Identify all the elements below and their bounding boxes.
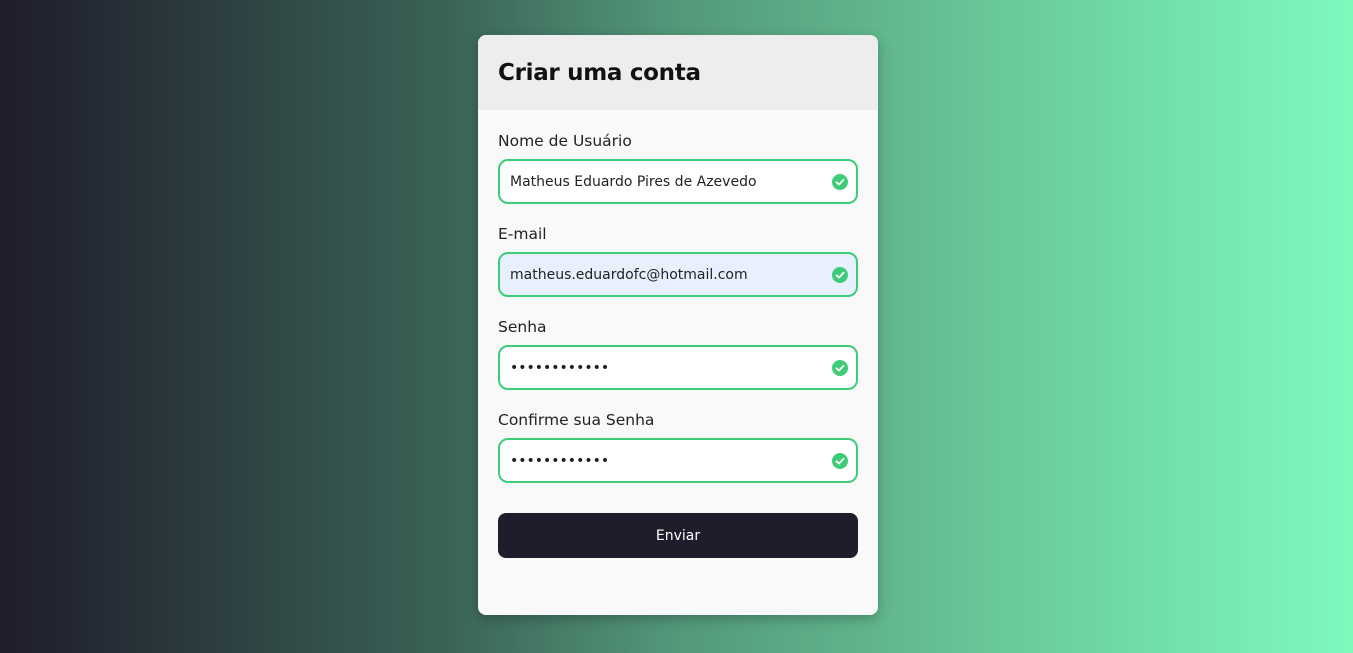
email-field-group: E-mail xyxy=(498,225,858,297)
confirm-password-field-group: Confirme sua Senha xyxy=(498,411,858,483)
submit-button[interactable]: Enviar xyxy=(498,513,858,558)
email-input-wrapper xyxy=(498,252,858,297)
password-label: Senha xyxy=(498,318,547,336)
password-input-wrapper xyxy=(498,345,858,390)
card-header: Criar uma conta xyxy=(478,35,878,110)
check-circle-icon xyxy=(832,266,848,283)
confirm-password-label: Confirme sua Senha xyxy=(498,411,655,429)
username-input-wrapper xyxy=(498,159,858,204)
signup-card: Criar uma conta Nome de Usuário E-mail xyxy=(478,35,878,615)
email-label: E-mail xyxy=(498,225,547,243)
page-title: Criar uma conta xyxy=(498,59,701,86)
email-input[interactable] xyxy=(500,254,856,295)
username-field-group: Nome de Usuário xyxy=(498,132,858,204)
confirm-password-input-wrapper xyxy=(498,438,858,483)
signup-form: Nome de Usuário E-mail Senha xyxy=(478,110,878,558)
password-input[interactable] xyxy=(500,347,856,388)
username-input[interactable] xyxy=(500,161,856,202)
username-label: Nome de Usuário xyxy=(498,132,632,150)
check-circle-icon xyxy=(832,173,848,190)
confirm-password-input[interactable] xyxy=(500,440,856,481)
password-field-group: Senha xyxy=(498,318,858,390)
check-circle-icon xyxy=(832,359,848,376)
check-circle-icon xyxy=(832,452,848,469)
